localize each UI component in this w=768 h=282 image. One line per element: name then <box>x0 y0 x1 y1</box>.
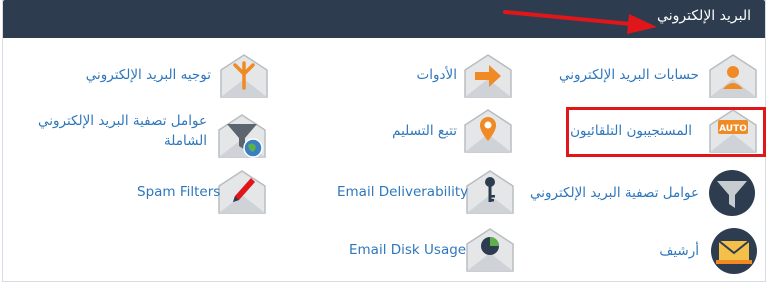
archive-label[interactable]: أرشيف <box>659 242 699 260</box>
forwarders-label[interactable]: الأدوات <box>417 66 457 84</box>
email-routing-item[interactable]: توجيه البريد الإلكتروني <box>83 52 273 100</box>
spam-filters-icon <box>218 170 266 214</box>
global-email-filters-label-line2[interactable]: الشاملة <box>164 132 207 150</box>
forwarders-icon <box>464 54 512 98</box>
email-deliverability-item[interactable]: Email Deliverability <box>333 168 523 216</box>
track-delivery-item[interactable]: تتبع التسليم <box>388 107 523 155</box>
spam-filters-label[interactable]: Spam Filters <box>137 183 220 201</box>
section-title: البريد الإلكتروني <box>657 8 751 24</box>
global-email-filters-label-line1[interactable]: عوامل تصفية البريد الإلكتروني <box>38 112 207 130</box>
email-deliverability-icon <box>466 170 514 214</box>
email-routing-icon <box>220 54 268 98</box>
highlight-box <box>566 107 766 157</box>
email-filters-icon <box>709 170 755 216</box>
email-deliverability-label[interactable]: Email Deliverability <box>337 183 468 201</box>
email-disk-usage-item[interactable]: Email Disk Usage <box>343 226 523 274</box>
track-delivery-icon <box>464 109 512 153</box>
global-email-filters-item[interactable]: عوامل تصفية البريد الإلكتروني الشاملة <box>38 112 273 164</box>
email-routing-label[interactable]: توجيه البريد الإلكتروني <box>86 66 211 84</box>
global-email-filters-icon <box>218 114 266 158</box>
spam-filters-item[interactable]: Spam Filters <box>133 168 273 216</box>
archive-icon <box>711 228 757 274</box>
section-header[interactable]: البريد الإلكتروني <box>3 0 765 38</box>
email-disk-usage-icon <box>466 228 514 272</box>
email-filters-item[interactable]: عوامل تصفية البريد الإلكتروني <box>530 168 765 218</box>
email-accounts-label[interactable]: حسابات البريد الإلكتروني <box>559 66 699 84</box>
email-account-icon <box>709 54 757 98</box>
email-disk-usage-label[interactable]: Email Disk Usage <box>349 241 466 259</box>
email-section-panel: البريد الإلكتروني حسابات البريد الإلكترو… <box>2 0 766 282</box>
annotation-arrow-icon <box>503 10 657 34</box>
archive-item[interactable]: أرشيف <box>643 226 765 276</box>
forwarders-item[interactable]: الأدوات <box>403 52 523 100</box>
track-delivery-label[interactable]: تتبع التسليم <box>392 122 457 140</box>
email-filters-label[interactable]: عوامل تصفية البريد الإلكتروني <box>530 184 699 202</box>
email-accounts-item[interactable]: حسابات البريد الإلكتروني <box>558 52 765 100</box>
